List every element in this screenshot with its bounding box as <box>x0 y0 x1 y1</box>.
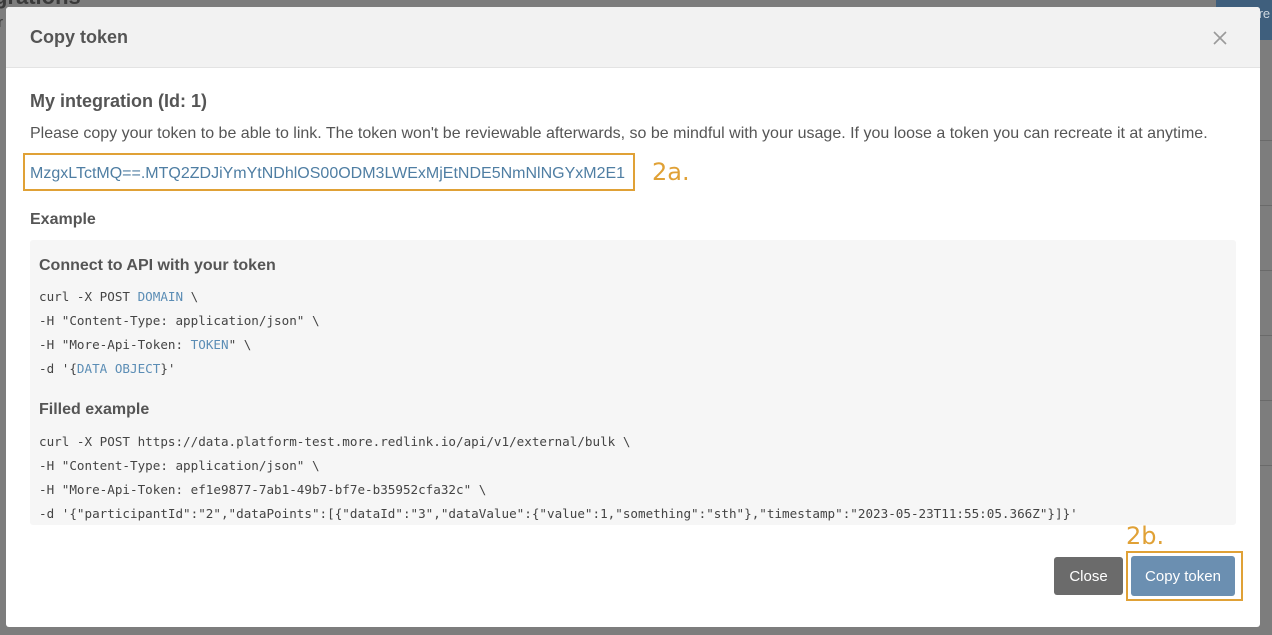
background-divider <box>1260 335 1272 336</box>
code-line: curl -X POST https://data.platform-test.… <box>39 434 631 449</box>
background-divider <box>1260 205 1272 206</box>
modal-header: Copy token <box>6 7 1260 68</box>
code-line: -H "More-Api-Token: TOKEN" \ <box>39 337 252 352</box>
code-line: -d '{"participantId":"2","dataPoints":[{… <box>39 506 1078 521</box>
code-line: -H "Content-Type: application/json" \ <box>39 313 320 328</box>
connect-section-title: Connect to API with your token <box>39 257 276 274</box>
integration-name: My integration (Id: 1) <box>30 91 207 111</box>
filled-example-title: Filled example <box>39 401 150 418</box>
code-line: -H "Content-Type: application/json" \ <box>39 458 320 473</box>
copy-token-button[interactable]: Copy token <box>1131 556 1235 596</box>
domain-placeholder: DOMAIN <box>137 289 184 304</box>
background-divider <box>1260 465 1272 466</box>
close-icon[interactable] <box>1206 24 1234 52</box>
example-code-panel: Connect to API with your token curl -X P… <box>30 240 1236 525</box>
code-line: -d '{DATA OBJECT}' <box>39 361 176 376</box>
copy-callout-label: 2b. <box>1126 522 1165 550</box>
example-heading: Example <box>30 211 96 228</box>
close-button[interactable]: Close <box>1054 557 1123 595</box>
code-line: -H "More-Api-Token: ef1e9877-7ab1-49b7-b… <box>39 482 487 497</box>
modal-title: Copy token <box>30 27 129 47</box>
background-divider <box>1260 140 1272 141</box>
token-description: Please copy your token to be able to lin… <box>30 125 1208 142</box>
token-value[interactable]: MzgxLTctMQ==.MTQ2ZDJiYmYtNDhlOS00ODM3LWE… <box>30 165 625 183</box>
background-divider <box>1260 400 1272 401</box>
token-callout-label: 2a. <box>652 158 690 186</box>
data-object-placeholder: DATA OBJECT <box>76 361 161 376</box>
copy-token-modal: Copy token My integration (Id: 1) Please… <box>6 7 1260 627</box>
token-placeholder: TOKEN <box>190 337 229 352</box>
background-page-subtitle: r <box>0 14 3 31</box>
code-line: curl -X POST DOMAIN \ <box>39 289 199 304</box>
background-divider <box>1260 270 1272 271</box>
